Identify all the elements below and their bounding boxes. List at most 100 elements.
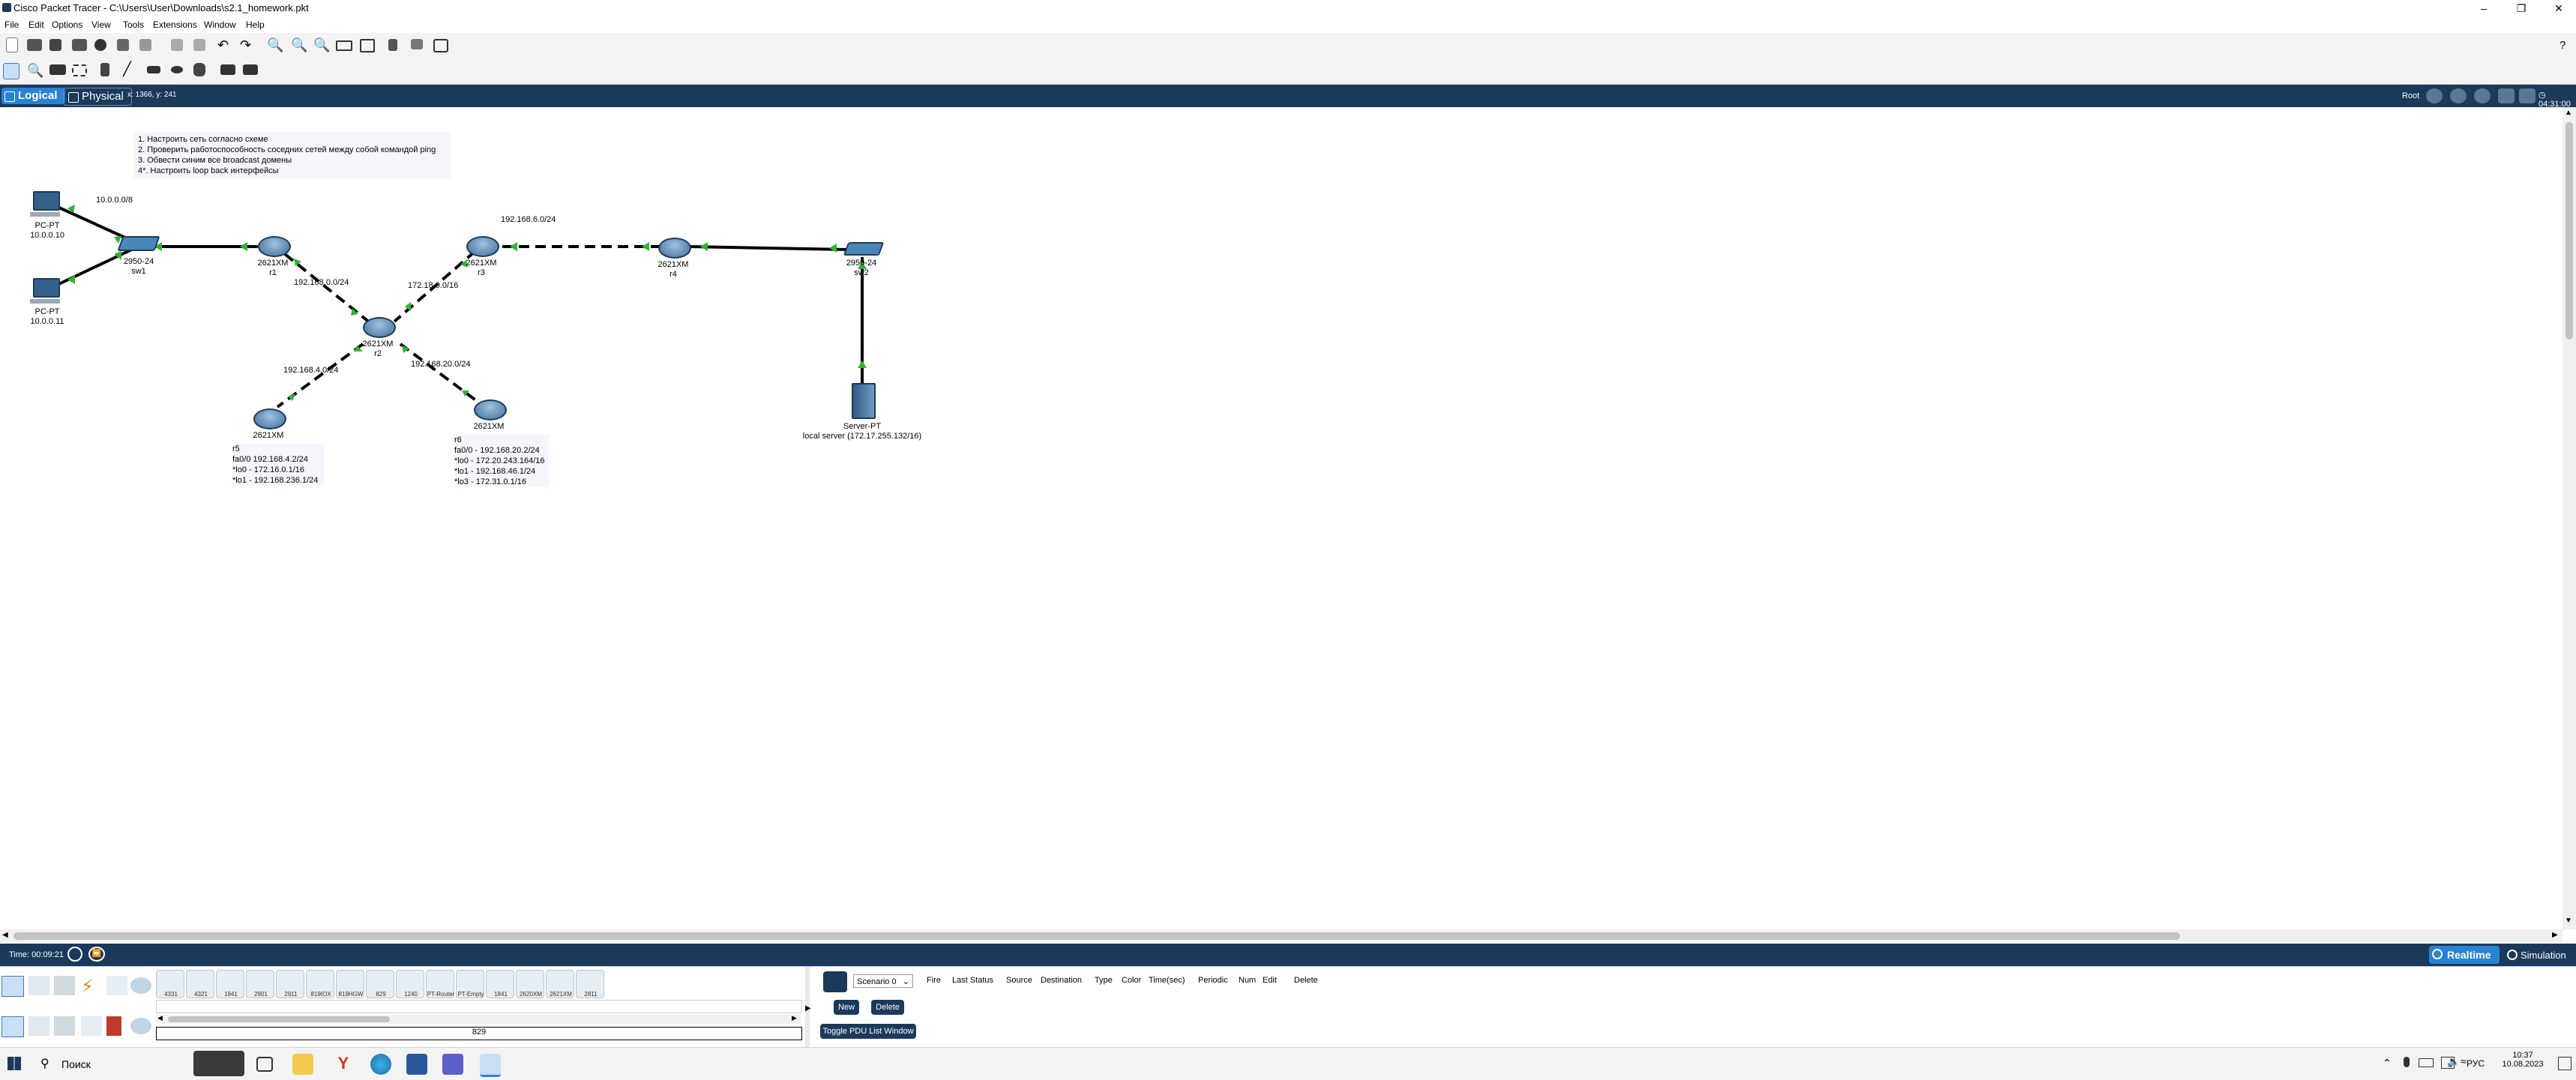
delete-tool-icon[interactable] xyxy=(49,64,66,75)
toggle-pdu-list-button[interactable]: Toggle PDU List Window xyxy=(820,1024,916,1039)
routers-subcategory-icon[interactable] xyxy=(1,1016,24,1037)
col-fire[interactable]: Fire xyxy=(927,976,941,985)
draw-ellipse-icon[interactable] xyxy=(171,66,183,73)
back-icon[interactable] xyxy=(2426,88,2443,103)
teams-icon[interactable] xyxy=(442,1054,463,1075)
col-destination[interactable]: Destination xyxy=(1041,976,1082,985)
network-label[interactable]: 192.168.20.0/24 xyxy=(411,360,471,369)
freeform-icon[interactable] xyxy=(193,63,205,76)
router-icon[interactable] xyxy=(466,236,499,257)
custom-device-dialog-icon[interactable] xyxy=(360,39,375,52)
close-button[interactable]: ✕ xyxy=(2542,0,2576,16)
col-type[interactable]: Type xyxy=(1095,976,1113,985)
zoom-out-icon[interactable]: 🔍 xyxy=(313,37,330,52)
menu-options[interactable]: Options xyxy=(52,19,82,30)
menu-file[interactable]: File xyxy=(4,19,19,30)
menu-edit[interactable]: Edit xyxy=(28,19,44,30)
horizontal-scrollbar[interactable]: ◀ ▶ xyxy=(0,929,2563,943)
network-devices-category-icon[interactable] xyxy=(1,976,24,997)
link-r4-sw2[interactable] xyxy=(689,245,848,251)
scenario-icon[interactable] xyxy=(823,971,847,992)
router-icon[interactable] xyxy=(474,399,507,420)
cluster-icon[interactable] xyxy=(388,39,397,51)
root-label[interactable]: Root xyxy=(2402,91,2419,100)
new-scenario-button[interactable]: New xyxy=(834,1000,859,1015)
misc-category-icon[interactable] xyxy=(106,976,127,995)
drawing-palette-icon[interactable] xyxy=(336,40,352,51)
activity-wizard-icon[interactable] xyxy=(94,39,106,51)
col-color[interactable]: Color xyxy=(1122,976,1141,985)
vertical-scrollbar[interactable]: ▲ ▼ xyxy=(2563,107,2576,929)
logical-workspace[interactable]: 1. Настроить сеть согласно схеме 2. Пров… xyxy=(0,107,2563,929)
move-object-icon[interactable] xyxy=(2474,88,2491,103)
viewport-icon[interactable] xyxy=(2519,88,2536,103)
word-icon[interactable] xyxy=(406,1054,427,1075)
switch-icon[interactable] xyxy=(117,236,160,251)
microphone-icon[interactable] xyxy=(2404,1057,2410,1067)
tab-logical[interactable]: Logical xyxy=(1,88,65,104)
select-tool-icon[interactable] xyxy=(3,63,19,79)
device-list-scrollbar[interactable]: ◀ ▶ xyxy=(156,1014,801,1024)
vertical-scroll-thumb[interactable] xyxy=(2566,122,2573,340)
scroll-up-icon[interactable]: ▲ xyxy=(2565,109,2572,117)
image-icon[interactable] xyxy=(433,39,448,52)
zoom-reset-icon[interactable]: 🔍 xyxy=(291,37,307,52)
cortana-widget[interactable] xyxy=(193,1051,244,1076)
col-last-status[interactable]: Last Status xyxy=(952,976,993,985)
restore-button[interactable]: ❐ xyxy=(2504,0,2539,16)
open-folder-icon[interactable] xyxy=(27,39,42,51)
link-r1-r2[interactable] xyxy=(283,253,372,325)
language-indicator[interactable]: РУС xyxy=(2467,1058,2485,1069)
connections-category-icon[interactable]: ⚡ xyxy=(81,976,102,997)
task-note[interactable]: 1. Настроить сеть согласно схеме 2. Пров… xyxy=(133,132,450,178)
network-label[interactable]: 172.18.0.0/16 xyxy=(408,281,458,290)
device-scroll-right-icon[interactable]: ▶ xyxy=(792,1014,797,1022)
tray-chevron-icon[interactable]: ⌃ xyxy=(2383,1057,2392,1070)
menu-tools[interactable]: Tools xyxy=(123,19,144,30)
col-num[interactable]: Num xyxy=(1239,976,1256,985)
set-background-icon[interactable] xyxy=(2498,88,2515,103)
network-label[interactable]: 192.168.0.0/24 xyxy=(294,278,349,287)
tab-physical[interactable]: Physical xyxy=(63,88,132,106)
pc-device[interactable] xyxy=(27,278,63,304)
add-complex-pdu-icon[interactable] xyxy=(243,64,258,75)
new-cluster-icon[interactable] xyxy=(2450,88,2467,103)
simulation-mode-button[interactable]: Simulation xyxy=(2504,946,2576,964)
multiuser-category-icon[interactable] xyxy=(130,977,151,994)
draw-rectangle-icon[interactable] xyxy=(147,66,160,73)
network-label[interactable]: 10.0.0.0/8 xyxy=(96,196,133,205)
save-icon[interactable] xyxy=(49,39,61,51)
end-devices-category-icon[interactable] xyxy=(28,976,49,995)
add-simple-pdu-icon[interactable] xyxy=(220,64,235,75)
col-edit[interactable]: Edit xyxy=(1263,976,1277,985)
notifications-icon[interactable] xyxy=(2558,1057,2572,1070)
delete-scenario-button[interactable]: Delete xyxy=(871,1000,904,1015)
device-scroll-thumb[interactable] xyxy=(168,1016,390,1022)
r6-info-note[interactable]: r6 fa0/0 - 192.168.20.2/24 *lo0 - 172.20… xyxy=(454,435,549,487)
server-icon[interactable] xyxy=(852,383,876,419)
scenario-select[interactable]: Scenario 0 ⌄ xyxy=(853,974,913,988)
task-view-icon[interactable] xyxy=(256,1057,273,1072)
inspect-tool-icon[interactable]: 🔍 xyxy=(27,63,43,78)
yandex-browser-icon[interactable]: Y xyxy=(333,1054,354,1075)
edge-icon[interactable] xyxy=(370,1054,391,1075)
power-cycle-icon[interactable] xyxy=(67,947,82,962)
paste-icon[interactable] xyxy=(193,39,205,51)
wan-emulation-subcategory-icon[interactable] xyxy=(130,1018,151,1034)
minimize-button[interactable]: – xyxy=(2467,0,2501,16)
note-tool-icon[interactable] xyxy=(100,63,109,76)
pc-device[interactable] xyxy=(27,191,63,217)
packet-tracer-icon[interactable] xyxy=(480,1054,501,1077)
switches-subcategory-icon[interactable] xyxy=(28,1016,49,1036)
router-icon[interactable] xyxy=(258,236,291,257)
menu-window[interactable]: Window xyxy=(204,19,236,30)
undo-icon[interactable]: ↶ xyxy=(217,37,229,52)
security-subcategory-icon[interactable] xyxy=(106,1016,121,1036)
wifi-icon[interactable]: ≈ xyxy=(2461,1055,2467,1067)
tray-clock[interactable]: 10:37 10.08.2023 xyxy=(2497,1051,2549,1069)
draw-line-icon[interactable]: ╱ xyxy=(123,61,138,76)
custom-device-icon[interactable] xyxy=(139,39,151,51)
speaker-icon[interactable]: 🔈 xyxy=(2447,1055,2460,1068)
print-icon[interactable] xyxy=(72,39,87,51)
taskbar-search[interactable]: ⚲ Поиск xyxy=(34,1052,184,1075)
